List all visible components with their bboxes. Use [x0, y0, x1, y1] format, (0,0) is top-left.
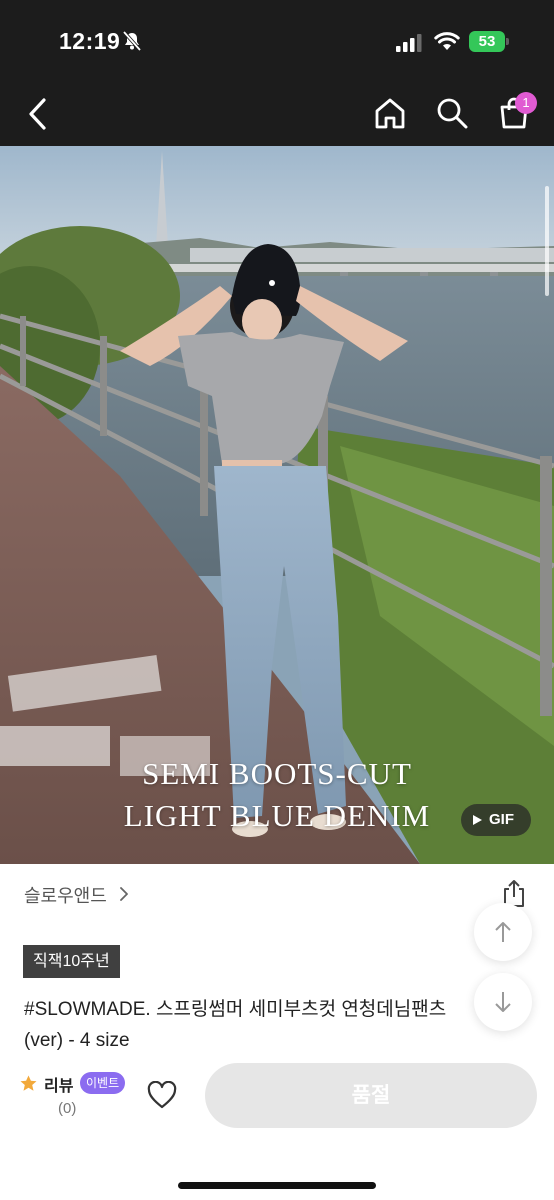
review-count: (0): [58, 1100, 77, 1117]
promo-tag: 직잭10주년: [23, 945, 120, 978]
back-arrow-icon[interactable]: [22, 96, 56, 132]
search-icon[interactable]: [435, 96, 469, 130]
heart-icon[interactable]: [147, 1081, 177, 1109]
star-icon: [20, 1075, 37, 1091]
status-time: 12:19: [59, 28, 121, 54]
product-title: #SLOWMADE. 스프링썸머 세미부츠컷 연청데님팬츠 (ver) - 4 …: [24, 999, 447, 1051]
home-icon[interactable]: [373, 96, 407, 130]
event-badge: 이벤트: [80, 1072, 126, 1094]
cart-count-badge: 1: [515, 92, 537, 114]
play-icon: [473, 815, 482, 825]
signal-icon: [396, 34, 422, 52]
scroll-up-button[interactable]: [474, 903, 532, 961]
image-caption-line1: SEMI BOOTS-CUT: [142, 756, 412, 791]
battery-level: 53: [469, 31, 505, 52]
arrow-up-icon: [495, 922, 511, 942]
home-indicator[interactable]: [178, 1182, 376, 1189]
top-bar: 12:19 53 1: [0, 0, 554, 146]
battery-tip: [506, 38, 509, 45]
review-label[interactable]: 리뷰: [44, 1072, 73, 1096]
scrollbar-thumb[interactable]: [545, 186, 549, 296]
battery-indicator: 53: [469, 31, 509, 52]
arrow-down-icon: [495, 992, 511, 1012]
wifi-icon: [434, 32, 460, 50]
chevron-right-icon: [120, 887, 128, 901]
bell-slash-icon: [122, 30, 142, 52]
sold-out-button[interactable]: 품절: [205, 1063, 537, 1128]
gif-play-button[interactable]: GIF: [461, 804, 531, 836]
gif-label: GIF: [489, 811, 514, 828]
brand-link[interactable]: 슬로우앤드: [24, 882, 107, 908]
product-image[interactable]: SEMI BOOTS-CUT LIGHT BLUE DENIM GIF: [0, 146, 554, 864]
